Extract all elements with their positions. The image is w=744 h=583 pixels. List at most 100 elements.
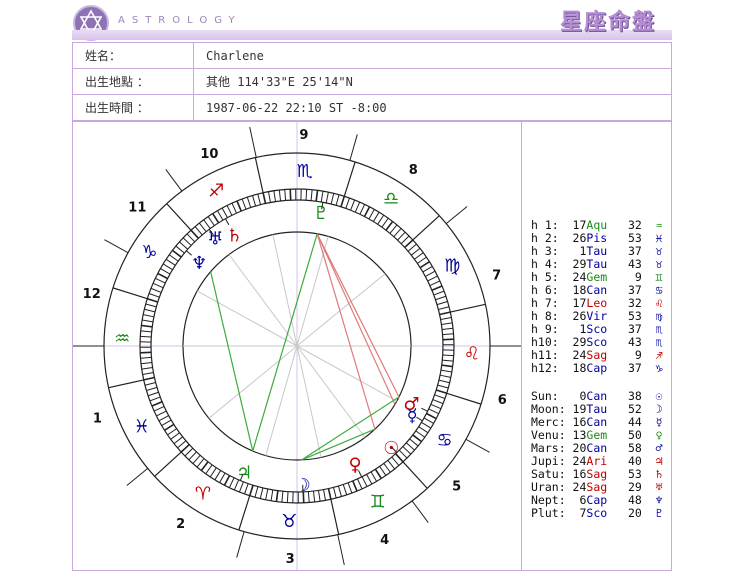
house-spoke <box>296 236 329 347</box>
degree-tick <box>158 415 169 422</box>
house-cusp-glyph-icon: ♋ <box>655 283 663 297</box>
planet-minutes: 52 <box>607 402 656 416</box>
degree-tick <box>157 272 168 280</box>
mars-icon: ♂ <box>403 394 419 415</box>
degree-tick <box>340 196 346 208</box>
aspect-line <box>210 271 254 452</box>
house-number-6: 6 <box>498 393 507 408</box>
degree-tick <box>186 233 196 243</box>
house-number-1: 1 <box>93 411 102 426</box>
degree-tick <box>393 228 402 238</box>
degree-tick <box>226 205 233 216</box>
degree-tick <box>433 290 445 296</box>
planet-label: Venu: 13 <box>531 428 587 442</box>
degree-tick <box>385 221 394 231</box>
degree-tick <box>438 306 450 311</box>
degree-tick <box>439 311 451 316</box>
degree-tick <box>429 280 441 286</box>
degree-tick <box>442 354 454 357</box>
planet-label: Uran: 24 <box>531 480 587 494</box>
planet-minutes: 20 <box>607 506 656 520</box>
degree-tick <box>170 432 180 440</box>
degree-tick <box>252 195 257 207</box>
degree-tick <box>262 192 267 204</box>
house-cusp-sign: Sag <box>586 348 608 362</box>
house-cusp-sign: Aqu <box>586 218 608 232</box>
degree-tick <box>436 301 448 306</box>
house-cusp-label: h 3: 1 <box>531 244 587 258</box>
planet-glyph-icon: ☉ <box>655 389 663 403</box>
time-label: 出生時間 ： <box>72 94 194 121</box>
pisces-sign-icon: ♓ <box>134 417 150 438</box>
planet-sign: Ari <box>586 454 608 468</box>
house-cusp-label: h 9: 1 <box>531 322 587 336</box>
house-cusp-label: h 4: 29 <box>531 257 587 271</box>
degree-tick <box>320 191 324 203</box>
degree-tick <box>389 224 398 234</box>
degree-tick <box>332 487 337 499</box>
degree-tick <box>246 196 252 208</box>
house-cusp-minutes: 37 <box>607 244 656 258</box>
degree-tick <box>368 209 375 220</box>
place-label: 出生地點 ： <box>72 68 194 95</box>
house-cusp-glyph-icon: ♐ <box>655 348 663 362</box>
degree-tick <box>142 372 154 376</box>
planet-glyph-icon: ♆ <box>655 493 663 507</box>
name-value: Charlene <box>193 42 672 69</box>
degree-tick <box>168 254 179 262</box>
sign-boundary <box>112 287 148 300</box>
planet-sign: Sag <box>586 480 608 494</box>
house-cusp-label: h 7: 17 <box>531 296 587 310</box>
degree-tick <box>278 189 282 201</box>
degree-tick <box>147 391 159 397</box>
degree-tick <box>265 488 269 500</box>
degree-tick <box>387 459 396 470</box>
degree-tick <box>214 470 222 481</box>
house-cusp-sign: Sco <box>586 322 608 336</box>
degree-tick <box>325 192 329 204</box>
planet-minutes: 29 <box>607 480 656 494</box>
degree-tick <box>327 488 332 500</box>
house-cusp-label: h 8: 26 <box>531 309 587 323</box>
degree-tick <box>415 430 426 438</box>
degree-tick <box>372 211 380 222</box>
degree-tick <box>200 461 209 471</box>
degree-tick <box>434 394 446 399</box>
pluto-icon: ♇ <box>313 203 329 224</box>
house-cusp-glyph-icon: ♏ <box>655 335 663 349</box>
degree-tick <box>418 426 429 434</box>
house-cusp-sign: Cap <box>586 361 608 375</box>
house-cusp-minutes: 37 <box>607 283 656 297</box>
degree-tick <box>238 481 244 493</box>
degree-tick <box>432 399 444 405</box>
virgo-sign-icon: ♍ <box>444 255 460 276</box>
house-cusp-label: h11: 24 <box>531 348 587 362</box>
house-cusp-line <box>349 134 358 161</box>
scorpio-sign-icon: ♏ <box>297 161 313 182</box>
degree-tick <box>435 295 447 301</box>
planet-label: Jupi: 24 <box>531 454 587 468</box>
degree-tick <box>397 231 406 241</box>
degree-tick <box>441 322 453 325</box>
degree-tick <box>244 483 249 495</box>
degree-tick <box>430 403 442 410</box>
degree-tick <box>439 374 451 378</box>
aspect-line <box>301 428 376 461</box>
house-cusp-glyph-icon: ♓ <box>655 231 663 245</box>
house-number-11: 11 <box>128 201 146 216</box>
house-number-5: 5 <box>452 479 461 494</box>
degree-tick <box>427 275 438 282</box>
degree-tick <box>405 442 415 451</box>
house-cusp-line <box>445 206 468 225</box>
degree-tick <box>141 324 153 328</box>
degree-tick <box>318 490 321 502</box>
degree-tick <box>182 237 192 246</box>
leo-sign-icon: ♌ <box>464 344 480 365</box>
sign-boundary <box>154 451 182 477</box>
degree-tick <box>437 384 449 389</box>
planet-sign: Sag <box>586 467 608 481</box>
degree-tick <box>435 389 447 395</box>
time-row: 出生時間 ： 1987-06-22 22:10 ST -8:00 <box>72 94 672 121</box>
degree-tick <box>143 376 155 381</box>
degree-tick <box>417 256 427 264</box>
